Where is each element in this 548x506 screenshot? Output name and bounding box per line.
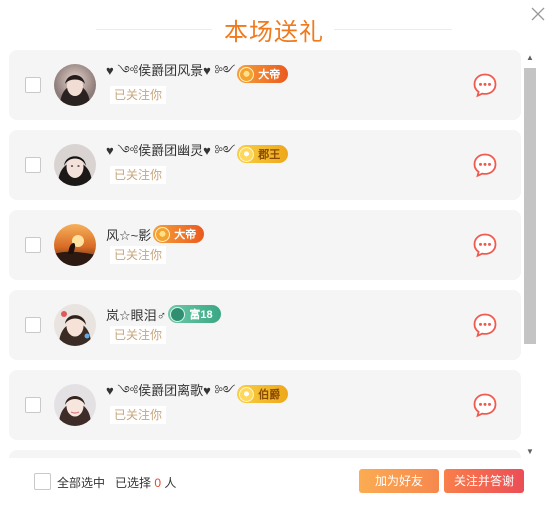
row-checkbox[interactable] (25, 397, 41, 413)
wealth-level-icon (170, 306, 186, 322)
badge-label: 伯爵 (258, 389, 281, 401)
dialog-header: 本场送礼 (0, 0, 548, 48)
avatar[interactable] (54, 384, 96, 426)
row-checkbox[interactable] (25, 237, 41, 253)
badge-label: 大帝 (174, 229, 197, 241)
avatar[interactable] (54, 304, 96, 346)
row-checkbox[interactable] (25, 157, 41, 173)
row-checkbox[interactable] (25, 317, 41, 333)
user-info: 岚☆眼泪♂ 富18 (106, 304, 221, 324)
level-badge: 伯爵 (237, 385, 289, 403)
avatar[interactable] (54, 224, 96, 266)
user-info: ♥ ༺侯爵团幽灵♥ ༻ 郡王 (106, 143, 289, 164)
chat-bubble-icon[interactable] (472, 72, 498, 98)
level-badge: 郡王 (237, 145, 289, 163)
scroll-up-arrow-icon[interactable]: ▲ (526, 54, 534, 62)
select-all-checkbox[interactable] (34, 473, 51, 490)
user-name[interactable]: 岚☆眼泪♂ (106, 305, 166, 324)
crown-icon (239, 66, 255, 82)
selected-prefix: 已选择 (115, 476, 152, 490)
user-info: ♥ ༺侯爵团风景♥ ༻ 大帝 (106, 63, 289, 84)
list-item[interactable]: ♥ ༺侯爵团风景♥ ༻ 大帝 已关注你 (9, 50, 521, 120)
list-scrollbar[interactable]: ▲ ▼ (524, 54, 536, 458)
followed-status: 已关注你 (110, 406, 167, 424)
user-info: ♥ ༺侯爵团离歌♥ ༻ 伯爵 (106, 383, 289, 404)
avatar[interactable] (54, 64, 96, 106)
selected-suffix: 人 (164, 476, 177, 490)
followed-status: 已关注你 (110, 246, 167, 264)
chat-bubble-icon[interactable] (472, 232, 498, 258)
level-badge: 大帝 (237, 65, 289, 83)
user-info: 风☆~影 大帝 (106, 224, 205, 244)
crown-icon (155, 226, 171, 242)
close-icon[interactable] (530, 6, 546, 22)
title-divider-right (334, 29, 452, 30)
selected-count-text: 已选择 0 人 (115, 474, 176, 491)
chat-bubble-icon[interactable] (472, 152, 498, 178)
followed-status: 已关注你 (110, 326, 167, 344)
list-item[interactable]: ♥ ༺侯爵团离歌♥ ༻ 伯爵 已关注你 (9, 370, 521, 440)
wealth-badge: 富18 (168, 305, 221, 323)
row-checkbox[interactable] (25, 77, 41, 93)
followed-status: 已关注你 (110, 86, 167, 104)
list-item[interactable]: ♥ ༺侯爵团幽灵♥ ༻ 郡王 已关注你 (9, 130, 521, 200)
dialog-title: 本场送礼 (224, 19, 324, 46)
gift-sender-list: ♥ ༺侯爵团风景♥ ༻ 大帝 已关注你 ♥ ༺侯爵团幽灵♥ ༻ 郡王 已关注你 … (0, 48, 548, 458)
select-all-label[interactable]: 全部选中 (57, 474, 105, 491)
list-item[interactable]: 岚☆眼泪♂ 富18 已关注你 (9, 290, 521, 360)
list-item[interactable] (9, 450, 521, 458)
scroll-down-arrow-icon[interactable]: ▼ (526, 448, 534, 456)
dialog-footer: 全部选中 已选择 0 人 加为好友 关注并答谢 (0, 458, 548, 506)
badge-label: 郡王 (258, 149, 281, 161)
user-name[interactable]: 风☆~影 (106, 225, 151, 244)
follow-and-thank-button[interactable]: 关注并答谢 (444, 469, 524, 493)
followed-status: 已关注你 (110, 166, 167, 184)
badge-label: 富18 (189, 309, 213, 321)
crown-icon (239, 146, 255, 162)
add-friend-button[interactable]: 加为好友 (359, 469, 439, 493)
chat-bubble-icon[interactable] (472, 392, 498, 418)
selected-count: 0 (154, 476, 162, 490)
avatar[interactable] (54, 144, 96, 186)
crown-icon (239, 386, 255, 402)
level-badge: 大帝 (153, 225, 205, 243)
chat-bubble-icon[interactable] (472, 312, 498, 338)
badge-label: 大帝 (258, 69, 281, 81)
list-item[interactable]: 风☆~影 大帝 已关注你 (9, 210, 521, 280)
scroll-thumb[interactable] (524, 68, 536, 344)
